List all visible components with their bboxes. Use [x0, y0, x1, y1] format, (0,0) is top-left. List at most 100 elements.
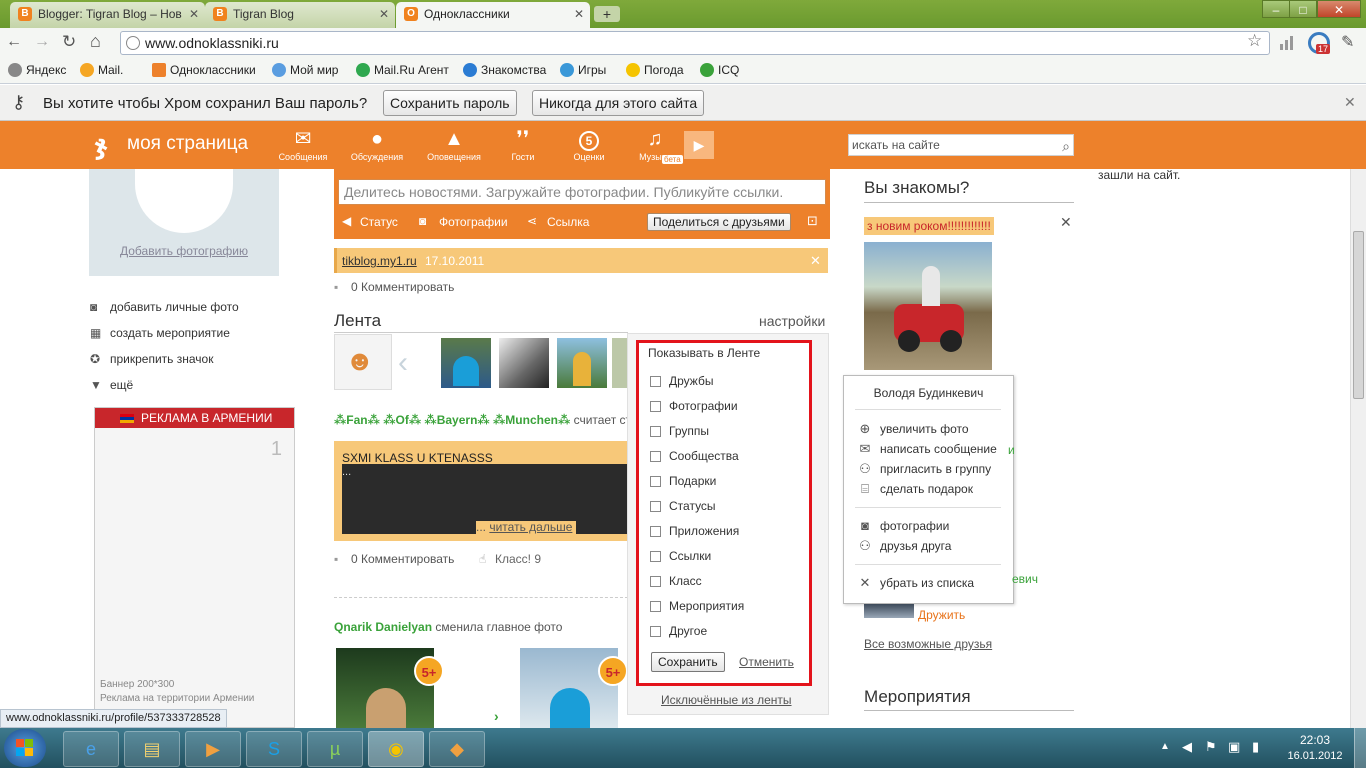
new-tab-button[interactable]: +: [594, 6, 620, 22]
filter-option[interactable]: Другое: [650, 624, 810, 642]
notice-comment-link[interactable]: ▪ 0 Комментировать: [334, 280, 454, 294]
filter-option[interactable]: Класс: [650, 574, 810, 592]
power-icon[interactable]: ▮: [1252, 739, 1259, 755]
add-photo-link[interactable]: Добавить фотографию: [89, 244, 279, 258]
chrome-icon[interactable]: ◉: [368, 731, 424, 767]
infobar-close-icon[interactable]: ✕: [1344, 94, 1356, 111]
address-bar[interactable]: www.odnoklassniki.ru: [120, 31, 1270, 55]
share-input[interactable]: Делитесь новостями. Загружайте фотографи…: [338, 179, 826, 205]
home-icon[interactable]: ⌂: [90, 31, 101, 52]
checkbox[interactable]: [650, 376, 661, 387]
signal-icon[interactable]: [1280, 34, 1298, 50]
friend-thumb[interactable]: [557, 338, 607, 388]
reload-icon[interactable]: ↻: [62, 32, 76, 52]
friend-mini-thumb[interactable]: [864, 604, 914, 618]
media-player-icon[interactable]: ▶: [185, 731, 241, 767]
feed-settings-link[interactable]: настройки: [759, 313, 825, 329]
volume-icon[interactable]: ◀: [1182, 739, 1192, 755]
bookmark-pogoda[interactable]: Погода: [626, 62, 684, 78]
checkbox[interactable]: [650, 626, 661, 637]
never-save-button[interactable]: Никогда для этого сайта: [532, 90, 705, 116]
network-icon[interactable]: ▣: [1228, 739, 1240, 755]
checkbox[interactable]: [650, 601, 661, 612]
flag-icon[interactable]: ⚑: [1205, 739, 1217, 755]
play-icon[interactable]: ▶: [684, 131, 714, 159]
internet-explorer-icon[interactable]: e: [63, 731, 119, 767]
start-button[interactable]: [4, 729, 46, 767]
nav-discussions[interactable]: ● Обсуждения: [342, 128, 412, 162]
ad-banner[interactable]: РЕКЛАМА В АРМЕНИИ 1 Баннер 200*300 Рекла…: [94, 407, 295, 728]
nav-ratings[interactable]: 5 Оценки: [554, 128, 624, 162]
save-password-button[interactable]: Сохранить пароль: [383, 90, 517, 116]
checkbox[interactable]: [650, 426, 661, 437]
notice-close-icon[interactable]: ✕: [810, 253, 821, 269]
feed-prev-arrow-icon[interactable]: ‹: [398, 346, 408, 380]
page-scrollbar[interactable]: [1350, 169, 1366, 728]
folder-icon[interactable]: ▤: [124, 731, 180, 767]
forward-icon[interactable]: →: [34, 33, 50, 51]
utorrent-icon[interactable]: µ: [307, 731, 363, 767]
menu-write-message[interactable]: ✉ написать сообщение: [857, 442, 997, 457]
menu-remove-from-list[interactable]: ✕ убрать из списка: [857, 576, 975, 591]
bookmark-yandex[interactable]: Яндекс: [8, 62, 66, 78]
menu-photos[interactable]: ◙ фотографии: [857, 519, 949, 534]
bookmark-mail-agent[interactable]: Mail.Ru Агент: [356, 62, 449, 78]
bookmark-igry[interactable]: Игры: [560, 62, 606, 78]
filter-option[interactable]: Ссылки: [650, 549, 810, 567]
notice-link[interactable]: tikblog.my1.ru: [342, 254, 417, 268]
suggested-friend-photo[interactable]: [864, 242, 992, 370]
bookmark-icq[interactable]: ICQ: [700, 62, 739, 78]
nav-guests[interactable]: ❜❜ Гости: [488, 128, 558, 162]
feed-all-friends-tab[interactable]: ☻: [334, 334, 392, 390]
photos-option[interactable]: ◙ Фотографии: [419, 214, 508, 229]
clock-time[interactable]: 22:03: [1285, 733, 1345, 747]
clock-date[interactable]: 16.01.2012: [1285, 750, 1345, 762]
friend-thumb[interactable]: [441, 338, 491, 388]
magnifier-icon[interactable]: ⌕: [1062, 136, 1070, 156]
link-option[interactable]: ⋖ Ссылка: [527, 214, 589, 229]
filter-option[interactable]: Группы: [650, 424, 810, 442]
checkbox[interactable]: [650, 501, 661, 512]
close-icon[interactable]: ✕: [379, 2, 389, 26]
star-icon[interactable]: ☆: [1247, 31, 1262, 51]
filter-option[interactable]: Подарки: [650, 474, 810, 492]
filter-option[interactable]: Сообщества: [650, 449, 810, 467]
filter-option[interactable]: Мероприятия: [650, 599, 810, 617]
tray-arrow-icon[interactable]: ▲: [1160, 741, 1170, 752]
excluded-from-feed-link[interactable]: Исключённые из ленты: [661, 693, 792, 707]
checkbox[interactable]: [650, 551, 661, 562]
filter-option[interactable]: Дружбы: [650, 374, 810, 392]
filter-option[interactable]: Приложения: [650, 524, 810, 542]
more-link[interactable]: ▼ ещё: [90, 378, 133, 392]
skype-icon[interactable]: S: [246, 731, 302, 767]
menu-invite-to-group[interactable]: ⚇ пригласить в группу: [857, 462, 991, 477]
lock-icon[interactable]: ⊡: [807, 213, 818, 229]
friend-thumb[interactable]: [499, 338, 549, 388]
befriend-link[interactable]: Дружить: [918, 608, 965, 622]
nav-notifications[interactable]: ▲ Оповещения: [419, 128, 489, 162]
checkbox[interactable]: [650, 451, 661, 462]
post-comment-link[interactable]: ▪ 0 Комментировать: [334, 552, 454, 566]
post-author-link[interactable]: ⁂Fan⁂ ⁂Of⁂ ⁂Bayern⁂ ⁂Munchen⁂: [334, 413, 570, 427]
menu-friends-of-friend[interactable]: ⚇ друзья друга: [857, 539, 951, 554]
bookmark-mail[interactable]: Mail.: [80, 62, 123, 78]
close-icon[interactable]: ✕: [189, 2, 199, 26]
tab-blogger[interactable]: B Blogger: Tigran Blog – Нов ✕: [10, 2, 205, 28]
wrench-icon[interactable]: ✎: [1341, 32, 1354, 52]
tab-odnoklassniki[interactable]: О Одноклассники ✕: [396, 2, 590, 28]
add-personal-photo-link[interactable]: ◙ добавить личные фото: [90, 300, 239, 314]
next-arrow-icon[interactable]: ›: [494, 708, 499, 724]
bookmark-odnoklassniki[interactable]: Одноклассники: [152, 62, 256, 78]
checkbox[interactable]: [650, 576, 661, 587]
pin-badge-link[interactable]: ✪ прикрепить значок: [90, 352, 213, 366]
all-possible-friends-link[interactable]: Все возможные друзья: [864, 637, 992, 651]
dismiss-icon[interactable]: ✕: [1060, 214, 1072, 231]
my-page-link[interactable]: моя страница: [127, 133, 248, 155]
menu-enlarge-photo[interactable]: ⊕ увеличить фото: [857, 422, 969, 437]
menu-make-gift[interactable]: ⌸ сделать подарок: [857, 482, 973, 497]
tab-tigran-blog[interactable]: B Tigran Blog ✕: [205, 2, 395, 28]
partial-name-link[interactable]: евич: [1012, 572, 1038, 586]
post-class-link[interactable]: ☝ Класс! 9: [479, 552, 541, 566]
checkbox[interactable]: [650, 401, 661, 412]
app-icon[interactable]: ◆: [429, 731, 485, 767]
